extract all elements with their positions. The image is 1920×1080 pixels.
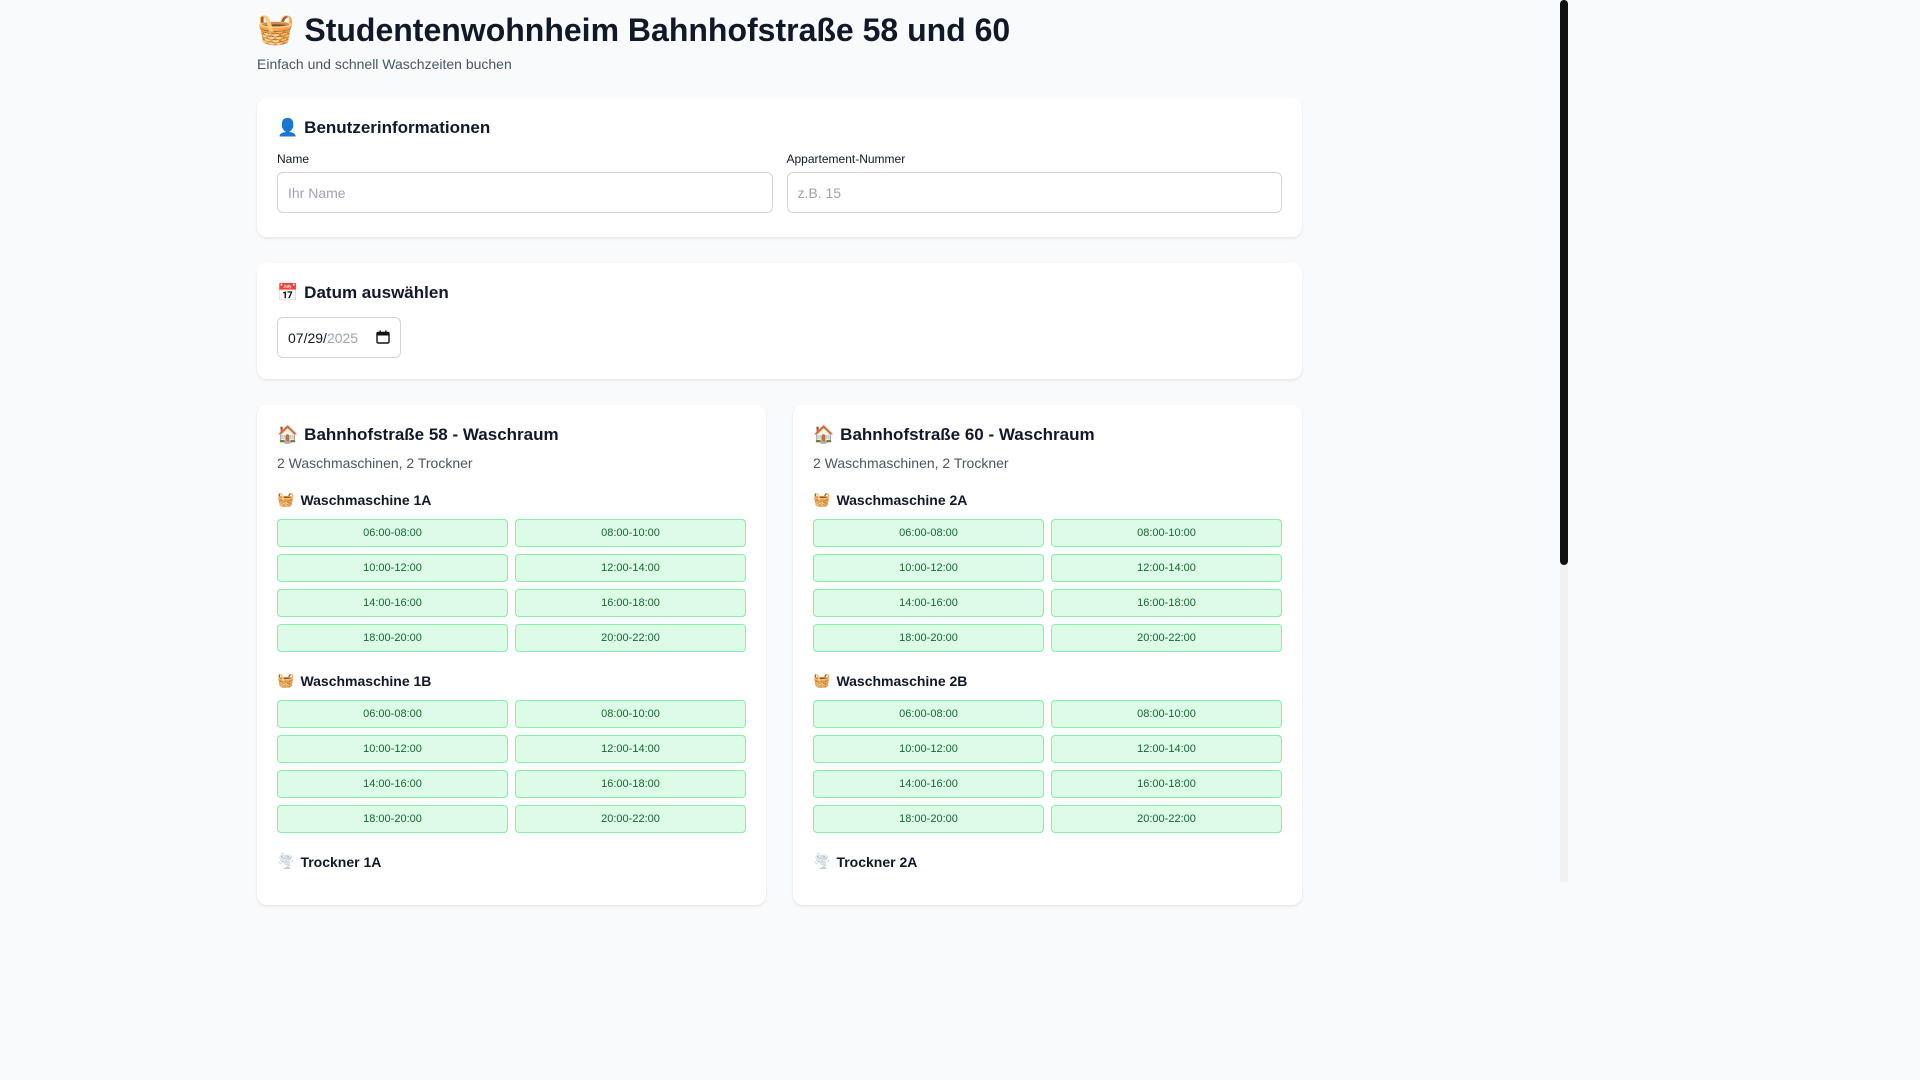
time-slot-button[interactable]: 14:00-16:00: [813, 589, 1044, 617]
time-slot-button[interactable]: 06:00-08:00: [277, 519, 508, 547]
date-day[interactable]: 29: [307, 330, 323, 346]
washing-machine-icon: 🧺: [277, 672, 295, 688]
washing-machine-icon: 🧺: [277, 491, 295, 507]
time-slot-button[interactable]: 16:00-18:00: [515, 770, 746, 798]
time-slot-button[interactable]: 16:00-18:00: [1051, 770, 1282, 798]
time-slot-button[interactable]: 20:00-22:00: [515, 805, 746, 833]
room-card-58: 🏠 Bahnhofstraße 58 - Waschraum 2 Waschmasc…: [257, 405, 766, 905]
date-month[interactable]: 07: [288, 330, 304, 346]
room-heading: 🏠 Bahnhofstraße 58 - Waschraum: [277, 425, 746, 445]
user-icon: 👤: [277, 118, 299, 137]
page-subtitle: Einfach und schnell Waschzeiten buchen: [257, 56, 512, 72]
time-slot-button[interactable]: 08:00-10:00: [515, 700, 746, 728]
scrollbar-thumb[interactable]: [1560, 0, 1568, 565]
calendar-icon: 📅: [277, 283, 299, 302]
room-subtitle: 2 Waschmaschinen, 2 Trockner: [277, 455, 473, 471]
time-slot-button[interactable]: 20:00-22:00: [1051, 624, 1282, 652]
date-year[interactable]: 2025: [327, 330, 358, 346]
time-slot-button[interactable]: 08:00-10:00: [515, 519, 746, 547]
apartment-input[interactable]: [786, 172, 1282, 213]
washing-machine-icon: 🧺: [813, 672, 831, 688]
dryer-icon: 🌪️: [813, 853, 831, 869]
laundry-basket-icon: 🧺: [257, 13, 295, 46]
time-slot-button[interactable]: 12:00-14:00: [515, 735, 746, 763]
house-icon: 🏠: [813, 425, 835, 444]
machine-heading: 🌪️ Trockner 1A: [277, 853, 746, 870]
time-slot-button[interactable]: 18:00-20:00: [277, 805, 508, 833]
machine-name: Trockner 2A: [836, 853, 918, 870]
time-slot-button[interactable]: 06:00-08:00: [277, 700, 508, 728]
time-slot-button[interactable]: 14:00-16:00: [813, 770, 1044, 798]
time-slot-button[interactable]: 16:00-18:00: [515, 589, 746, 617]
name-input[interactable]: [277, 172, 773, 213]
time-slot-button[interactable]: 16:00-18:00: [1051, 589, 1282, 617]
time-slot-button[interactable]: 08:00-10:00: [1051, 519, 1282, 547]
date-picker-icon[interactable]: [376, 330, 390, 344]
page-title: 🧺 Studentenwohnheim Bahnhofstraße 58 und…: [257, 12, 1303, 48]
washing-machine-icon: 🧺: [813, 491, 831, 507]
time-slot-button[interactable]: 18:00-20:00: [813, 805, 1044, 833]
room-card-60: 🏠 Bahnhofstraße 60 - Waschraum 2 Waschmasc…: [793, 405, 1302, 905]
time-slot-button[interactable]: 18:00-20:00: [813, 624, 1044, 652]
time-slot-button[interactable]: 08:00-10:00: [1051, 700, 1282, 728]
machine-heading: 🧺 Waschmaschine 2A: [813, 491, 1282, 508]
time-slot-grid: 06:00-08:00 08:00-10:00 10:00-12:00 12:00-1…: [813, 519, 1282, 652]
date-card: 📅 Datum auswählen 07/29/2025: [257, 263, 1302, 379]
time-slot-button[interactable]: 14:00-16:00: [277, 589, 508, 617]
time-slot-button[interactable]: 12:00-14:00: [1051, 735, 1282, 763]
machine-heading: 🧺 Waschmaschine 1B: [277, 672, 746, 689]
user-info-title: Benutzerinformationen: [304, 118, 491, 137]
page-header: 🧺 Studentenwohnheim Bahnhofstraße 58 und…: [257, 0, 1303, 72]
page-title-text: Studentenwohnheim Bahnhofstraße 58 und 6…: [304, 12, 1011, 48]
room-title: Bahnhofstraße 58 - Waschraum: [304, 425, 559, 444]
time-slot-button[interactable]: 06:00-08:00: [813, 519, 1044, 547]
user-info-card: 👤 Benutzerinformationen Name Appartement…: [257, 98, 1302, 237]
apartment-label: Appartement-Nummer: [786, 152, 906, 166]
time-slot-button[interactable]: 10:00-12:00: [813, 554, 1044, 582]
dryer-icon: 🌪️: [277, 853, 295, 869]
time-slot-grid: 06:00-08:00 08:00-10:00 10:00-12:00 12:00-1…: [277, 519, 746, 652]
name-field-group: Name: [277, 152, 773, 213]
room-heading: 🏠 Bahnhofstraße 60 - Waschraum: [813, 425, 1282, 445]
app-container: 🧺 Studentenwohnheim Bahnhofstraße 58 und…: [257, 0, 1303, 905]
date-heading: 📅 Datum auswählen: [277, 283, 1282, 303]
machine-heading: 🌪️ Trockner 2A: [813, 853, 1282, 870]
page-scrollbar[interactable]: [1560, 0, 1568, 882]
machine-name: Waschmaschine 1A: [300, 491, 432, 508]
time-slot-button[interactable]: 10:00-12:00: [277, 735, 508, 763]
apartment-field-group: Appartement-Nummer: [786, 152, 1282, 213]
user-info-heading: 👤 Benutzerinformationen: [277, 118, 1282, 138]
machine-name: Trockner 1A: [300, 853, 382, 870]
time-slot-grid: 06:00-08:00 08:00-10:00 10:00-12:00 12:00-1…: [277, 700, 746, 833]
room-title: Bahnhofstraße 60 - Waschraum: [840, 425, 1095, 444]
house-icon: 🏠: [277, 425, 299, 444]
machine-heading: 🧺 Waschmaschine 1A: [277, 491, 746, 508]
time-slot-button[interactable]: 10:00-12:00: [813, 735, 1044, 763]
machine-heading: 🧺 Waschmaschine 2B: [813, 672, 1282, 689]
machine-name: Waschmaschine 1B: [300, 672, 432, 689]
machine-name: Waschmaschine 2A: [836, 491, 968, 508]
time-slot-button[interactable]: 12:00-14:00: [1051, 554, 1282, 582]
date-title: Datum auswählen: [304, 283, 449, 302]
time-slot-button[interactable]: 10:00-12:00: [277, 554, 508, 582]
time-slot-button[interactable]: 12:00-14:00: [515, 554, 746, 582]
machine-name: Waschmaschine 2B: [836, 672, 968, 689]
time-slot-button[interactable]: 14:00-16:00: [277, 770, 508, 798]
time-slot-button[interactable]: 06:00-08:00: [813, 700, 1044, 728]
time-slot-button[interactable]: 18:00-20:00: [277, 624, 508, 652]
name-label: Name: [277, 152, 310, 166]
time-slot-button[interactable]: 20:00-22:00: [515, 624, 746, 652]
date-input[interactable]: 07/29/2025: [277, 317, 401, 358]
time-slot-button[interactable]: 20:00-22:00: [1051, 805, 1282, 833]
room-subtitle: 2 Waschmaschinen, 2 Trockner: [813, 455, 1009, 471]
time-slot-grid: 06:00-08:00 08:00-10:00 10:00-12:00 12:00-1…: [813, 700, 1282, 833]
